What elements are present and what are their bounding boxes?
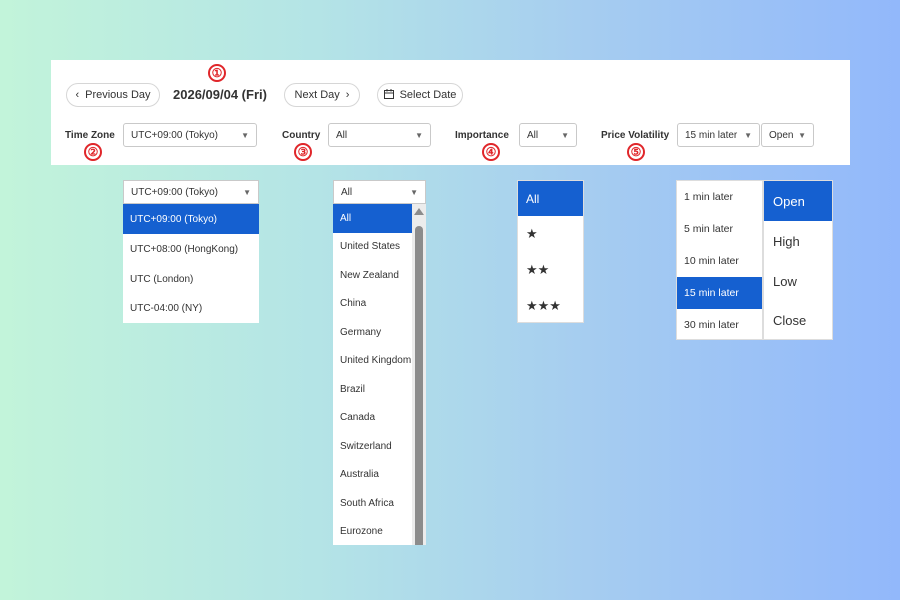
filter-panel — [51, 60, 850, 165]
country-option[interactable]: China — [333, 290, 412, 319]
select-date-label: Select Date — [399, 89, 457, 101]
country-option[interactable]: United States — [333, 233, 412, 262]
importance-select[interactable]: All ▼ — [519, 123, 577, 147]
volatility-time-select[interactable]: 15 min later ▼ — [677, 123, 760, 147]
importance-option[interactable]: ★★★ — [518, 288, 583, 323]
caret-down-icon: ▼ — [243, 187, 251, 197]
volatility-price-dropdown: Open High Low Close — [763, 180, 833, 340]
importance-value: All — [527, 129, 539, 141]
caret-down-icon: ▼ — [561, 130, 569, 140]
importance-dropdown: All ★ ★★ ★★★ — [517, 180, 584, 323]
volatility-time-option[interactable]: 5 min later — [677, 213, 762, 245]
marker-1: ① — [208, 64, 226, 82]
country-option[interactable]: Brazil — [333, 375, 412, 404]
timezone-value: UTC+09:00 (Tokyo) — [131, 129, 218, 141]
previous-day-label: Previous Day — [85, 89, 151, 101]
timezone-label: Time Zone — [65, 130, 115, 141]
caret-down-icon: ▼ — [241, 130, 249, 140]
volatility-time-value: 15 min later — [685, 129, 738, 141]
country-option[interactable]: United Kingdom — [333, 347, 412, 376]
country-option[interactable]: South Africa — [333, 489, 412, 518]
country-option[interactable]: Australia — [333, 461, 412, 490]
chevron-left-icon: ‹ — [75, 89, 80, 101]
country-dropdown-header-value: All — [341, 186, 353, 198]
timezone-option[interactable]: UTC-04:00 (NY) — [123, 294, 259, 323]
importance-option[interactable]: ★ — [518, 216, 583, 252]
country-option[interactable]: New Zealand — [333, 261, 412, 290]
caret-down-icon: ▼ — [798, 130, 806, 140]
volatility-price-option[interactable]: Close — [764, 301, 832, 339]
marker-2: ② — [84, 143, 102, 161]
current-date: 2026/09/04 (Fri) — [173, 87, 267, 102]
importance-label: Importance — [455, 130, 509, 141]
marker-3: ③ — [294, 143, 312, 161]
previous-day-button[interactable]: ‹ Previous Day — [66, 83, 160, 107]
timezone-dropdown: UTC+09:00 (Tokyo) ▼ UTC+09:00 (Tokyo) UT… — [123, 180, 259, 323]
volatility-price-value: Open — [769, 129, 794, 141]
volatility-label: Price Volatility — [601, 130, 670, 141]
scrollbar-thumb[interactable] — [415, 226, 423, 545]
next-day-button[interactable]: Next Day › — [284, 83, 360, 107]
country-select[interactable]: All ▼ — [328, 123, 431, 147]
volatility-time-dropdown: 1 min later 5 min later 10 min later 15 … — [676, 180, 763, 340]
select-date-button[interactable]: Select Date — [377, 83, 463, 107]
country-dropdown: All ▼ All United States New Zealand Chin… — [333, 180, 426, 545]
importance-option[interactable]: ★★ — [518, 252, 583, 288]
calendar-icon — [383, 88, 394, 102]
marker-4: ④ — [482, 143, 500, 161]
caret-down-icon: ▼ — [415, 130, 423, 140]
volatility-time-option[interactable]: 10 min later — [677, 245, 762, 277]
timezone-option[interactable]: UTC+09:00 (Tokyo) — [123, 204, 259, 234]
marker-5: ⑤ — [627, 143, 645, 161]
country-scrollbar[interactable] — [412, 204, 426, 545]
volatility-time-option[interactable]: 15 min later — [677, 277, 762, 309]
timezone-option[interactable]: UTC+08:00 (HongKong) — [123, 234, 259, 264]
country-option[interactable]: Germany — [333, 318, 412, 347]
country-option[interactable]: Switzerland — [333, 432, 412, 461]
country-option[interactable]: Eurozone — [333, 518, 412, 546]
timezone-select[interactable]: UTC+09:00 (Tokyo) ▼ — [123, 123, 257, 147]
chevron-right-icon: › — [345, 89, 350, 101]
volatility-price-option[interactable]: Open — [764, 181, 832, 221]
timezone-dropdown-header-value: UTC+09:00 (Tokyo) — [131, 186, 218, 198]
next-day-label: Next Day — [294, 89, 340, 101]
volatility-time-option[interactable]: 30 min later — [677, 309, 762, 340]
volatility-price-option[interactable]: High — [764, 221, 832, 261]
volatility-price-select[interactable]: Open ▼ — [761, 123, 814, 147]
volatility-price-option[interactable]: Low — [764, 261, 832, 301]
country-option[interactable]: All — [333, 204, 412, 233]
country-value: All — [336, 129, 348, 141]
timezone-dropdown-header[interactable]: UTC+09:00 (Tokyo) ▼ — [123, 180, 259, 204]
volatility-time-option[interactable]: 1 min later — [677, 181, 762, 213]
country-dropdown-header[interactable]: All ▼ — [333, 180, 426, 204]
caret-down-icon: ▼ — [744, 130, 752, 140]
caret-down-icon: ▼ — [410, 187, 418, 197]
importance-option[interactable]: All — [518, 181, 583, 216]
country-label: Country — [282, 130, 321, 141]
country-option[interactable]: Canada — [333, 404, 412, 433]
timezone-option[interactable]: UTC (London) — [123, 264, 259, 294]
scroll-up-icon[interactable] — [414, 208, 424, 215]
